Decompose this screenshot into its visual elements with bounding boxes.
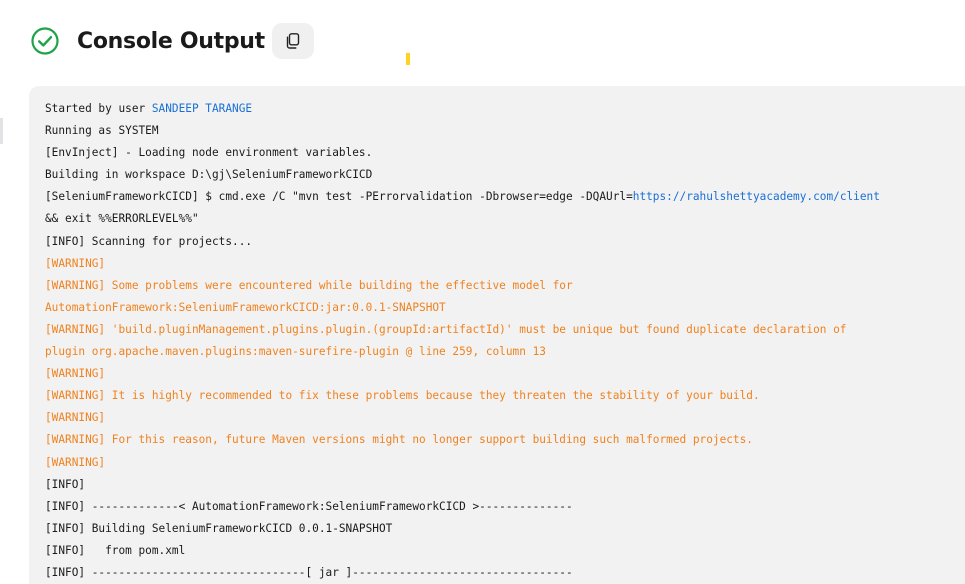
console-log: Started by user SANDEEP TARANGE Running a… [45, 98, 965, 584]
console-text: [WARNING] [45, 256, 106, 270]
console-text: [WARNING] Some problems were encountered… [45, 278, 573, 292]
console-text: [INFO] Scanning for projects... [45, 234, 253, 248]
console-text: [INFO] [45, 477, 86, 491]
console-text: [WARNING] [45, 411, 106, 425]
console-text: [INFO] --------------------------------[… [45, 565, 573, 579]
console-text: [INFO] -------------< AutomationFramewor… [45, 499, 573, 513]
console-text: Started by user [45, 102, 152, 115]
console-line-warning: AutomationFramework:SeleniumFrameworkCIC… [45, 297, 965, 319]
console-text: [WARNING] For this reason, future Maven … [45, 433, 753, 447]
console-line: [SeleniumFrameworkCICD] $ cmd.exe /C "mv… [45, 186, 965, 208]
console-text: [SeleniumFrameworkCICD] $ cmd.exe /C "mv… [45, 190, 633, 204]
console-line-warning: [WARNING] [45, 253, 965, 275]
console-line: [INFO] Building SeleniumFrameworkCICD 0.… [45, 518, 965, 540]
console-text: [EnvInject] - Loading node environment v… [45, 146, 373, 160]
copy-button[interactable] [271, 23, 314, 59]
console-line: [INFO] --------------------------------[… [45, 562, 965, 584]
console-line-warning: [WARNING] [45, 363, 965, 385]
cursor-marker [406, 53, 410, 65]
console-line: Started by user SANDEEP TARANGE [45, 98, 965, 120]
console-line: [INFO] -------------< AutomationFramewor… [45, 496, 965, 518]
page-title: Console Output [77, 28, 265, 54]
console-line-warning: [WARNING] [45, 407, 965, 429]
console-text: AutomationFramework:SeleniumFrameworkCIC… [45, 300, 446, 314]
console-link[interactable]: https://rahulshettyacademy.com/client [633, 190, 880, 203]
console-line: [EnvInject] - Loading node environment v… [45, 142, 965, 164]
console-line-warning: [WARNING] It is highly recommended to fi… [45, 385, 965, 407]
console-text: [WARNING] It is highly recommended to fi… [45, 389, 760, 403]
console-line-warning: [WARNING] 'build.pluginManagement.plugin… [45, 319, 965, 341]
console-text: [INFO] from pom.xml [45, 543, 186, 557]
console-text: plugin org.apache.maven.plugins:maven-su… [45, 345, 546, 359]
copy-icon [286, 33, 300, 49]
console-text: [INFO] Building SeleniumFrameworkCICD 0.… [45, 521, 393, 535]
console-text: Building in workspace D:\gj\SeleniumFram… [45, 168, 373, 182]
console-output-panel[interactable]: Started by user SANDEEP TARANGE Running a… [29, 86, 965, 584]
console-line: [INFO] Scanning for projects... [45, 231, 965, 253]
console-line: Running as SYSTEM [45, 120, 965, 142]
console-text: Running as SYSTEM [45, 124, 159, 138]
console-line: [INFO] from pom.xml [45, 540, 965, 562]
console-text: && exit %%ERRORLEVEL%%" [45, 212, 199, 226]
console-output-page: Console Output Started by user SANDEEP T… [0, 0, 965, 584]
page-header: Console Output [30, 22, 314, 60]
side-panel-edge [0, 118, 3, 144]
console-line-warning: plugin org.apache.maven.plugins:maven-su… [45, 341, 965, 363]
console-link[interactable]: SANDEEP TARANGE [152, 102, 252, 115]
console-text: [WARNING] [45, 367, 106, 381]
console-line: && exit %%ERRORLEVEL%%" [45, 208, 965, 230]
console-line-warning: [WARNING] [45, 452, 965, 474]
check-circle-icon [31, 27, 59, 55]
console-line: Building in workspace D:\gj\SeleniumFram… [45, 164, 965, 186]
console-line-warning: [WARNING] For this reason, future Maven … [45, 429, 965, 451]
console-line: [INFO] [45, 474, 965, 496]
console-line-warning: [WARNING] Some problems were encountered… [45, 275, 965, 297]
console-text: [WARNING] 'build.pluginManagement.plugin… [45, 322, 847, 336]
console-text: [WARNING] [45, 455, 106, 469]
